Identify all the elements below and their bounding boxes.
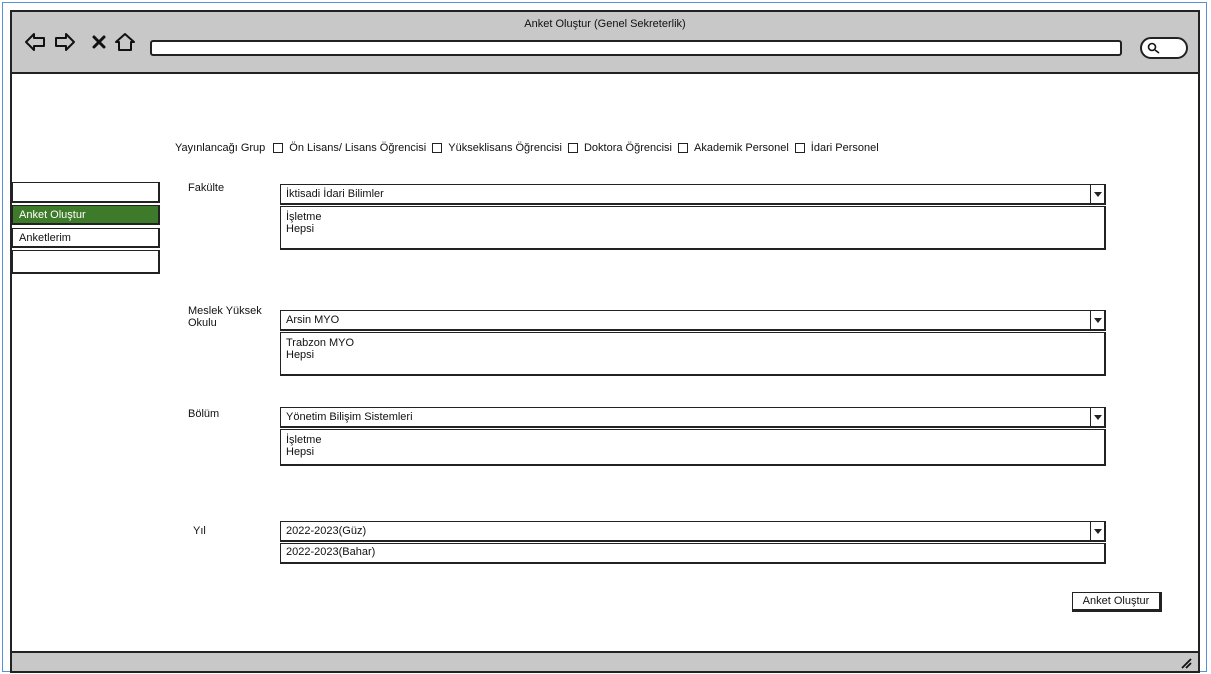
- address-bar[interactable]: [150, 40, 1122, 56]
- checkbox-label: Doktora Öğrencisi: [583, 142, 673, 154]
- sidebar-item-anket-olustur[interactable]: Anket Oluştur: [12, 205, 160, 225]
- vocational-label-line2: Okulu: [188, 317, 217, 329]
- checkbox-akademik-personel[interactable]: Akademik Personel: [678, 142, 789, 154]
- vocational-listbox[interactable]: Trabzon MYO Hepsi: [280, 332, 1106, 376]
- department-listbox[interactable]: İşletme Hepsi: [280, 429, 1106, 466]
- page-content: Anket Oluştur Anketlerim Yayınlancağı Gr…: [12, 74, 1198, 654]
- create-survey-button[interactable]: Anket Oluştur: [1072, 592, 1162, 612]
- department-option[interactable]: İşletme: [286, 434, 1099, 446]
- faculty-listbox[interactable]: İşletme Hepsi: [280, 206, 1106, 250]
- sidebar-blank-top: [12, 182, 160, 203]
- year-option[interactable]: 2022-2023(Bahar): [286, 546, 1099, 558]
- checkbox-box[interactable]: [567, 143, 578, 153]
- checkbox-onlisans-lisans[interactable]: Ön Lisans/ Lisans Öğrencisi: [273, 142, 426, 154]
- search-button[interactable]: [1140, 37, 1188, 59]
- search-icon: [1147, 42, 1160, 54]
- vocational-option[interactable]: Trabzon MYO: [286, 337, 1099, 349]
- year-listbox[interactable]: 2022-2023(Bahar): [280, 543, 1106, 564]
- vocational-label-line1: Meslek Yüksek: [188, 305, 262, 317]
- faculty-label: Fakülte: [188, 182, 225, 194]
- checkbox-box[interactable]: [273, 143, 284, 153]
- publish-group-label: Yayınlancağı Grup: [175, 142, 266, 154]
- year-select[interactable]: 2022-2023(Güz): [280, 521, 1106, 542]
- vocational-selected-value: Arsin MYO: [286, 314, 340, 326]
- browser-titlebar: Anket Oluştur (Genel Sekreterlik): [12, 12, 1198, 74]
- back-arrow-icon[interactable]: [24, 32, 46, 52]
- vocational-select[interactable]: Arsin MYO: [280, 310, 1106, 331]
- vocational-label: Meslek Yüksek Okulu: [188, 305, 262, 329]
- faculty-option[interactable]: Hepsi: [286, 223, 1099, 235]
- checkbox-label: Akademik Personel: [694, 142, 789, 154]
- checkbox-yukseklisans[interactable]: Yükseklisans Öğrencisi: [432, 142, 562, 154]
- checkbox-box[interactable]: [432, 143, 443, 153]
- checkbox-box[interactable]: [678, 143, 689, 153]
- checkbox-label: Ön Lisans/ Lisans Öğrencisi: [289, 142, 427, 154]
- faculty-select[interactable]: İktisadi İdari Bilimler: [280, 184, 1106, 205]
- resize-grip-icon[interactable]: [1178, 655, 1192, 669]
- department-option[interactable]: Hepsi: [286, 446, 1099, 458]
- department-label: Bölüm: [188, 408, 220, 420]
- year-selected-value: 2022-2023(Güz): [286, 525, 367, 537]
- publish-group-row: Yayınlancağı Grup Ön Lisans/ Lisans Öğre…: [175, 142, 885, 154]
- chevron-down-icon[interactable]: [1090, 185, 1104, 203]
- chevron-down-icon[interactable]: [1090, 408, 1104, 426]
- year-label: Yıl: [193, 525, 206, 537]
- checkbox-label: Yükseklisans Öğrencisi: [448, 142, 562, 154]
- sidebar-item-anketlerim[interactable]: Anketlerim: [12, 228, 160, 248]
- browser-statusbar: [12, 651, 1198, 671]
- faculty-option[interactable]: İşletme: [286, 211, 1099, 223]
- checkbox-idari-personel[interactable]: İdari Personel: [794, 142, 879, 154]
- department-select[interactable]: Yönetim Bilişim Sistemleri: [280, 407, 1106, 428]
- vocational-option[interactable]: Hepsi: [286, 349, 1099, 361]
- close-icon[interactable]: [92, 35, 106, 49]
- chevron-down-icon[interactable]: [1090, 311, 1104, 329]
- chevron-down-icon[interactable]: [1090, 522, 1104, 540]
- checkbox-doktora[interactable]: Doktora Öğrencisi: [567, 142, 673, 154]
- forward-arrow-icon[interactable]: [54, 32, 76, 52]
- sidebar-blank-bottom: [12, 250, 160, 274]
- browser-window: Anket Oluştur (Genel Sekreterlik) Anket …: [10, 10, 1200, 673]
- checkbox-box[interactable]: [794, 143, 805, 153]
- home-icon[interactable]: [114, 32, 136, 52]
- window-title: Anket Oluştur (Genel Sekreterlik): [524, 18, 686, 30]
- checkbox-label: İdari Personel: [810, 142, 879, 154]
- faculty-selected-value: İktisadi İdari Bilimler: [286, 188, 384, 200]
- department-selected-value: Yönetim Bilişim Sistemleri: [286, 411, 413, 423]
